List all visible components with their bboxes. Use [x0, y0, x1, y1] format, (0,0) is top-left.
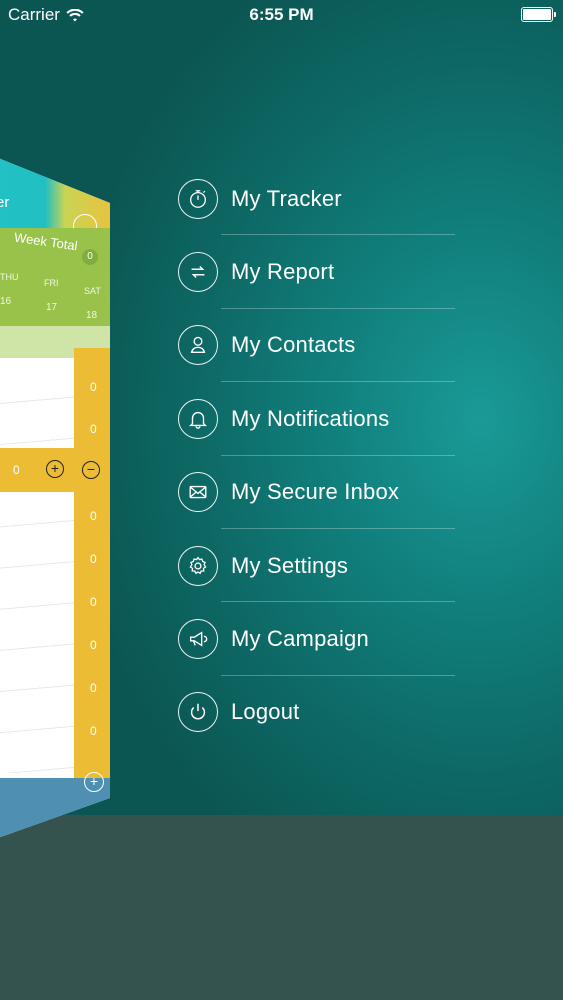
menu-item-my-report[interactable]: My Report [178, 235, 468, 309]
gear-icon [178, 545, 218, 586]
day-name: SAT [84, 286, 101, 296]
row-value: 0 [90, 595, 97, 609]
menu-label: My Tracker [231, 185, 342, 211]
preview-title: er [0, 194, 10, 211]
day-date: 17 [46, 302, 58, 313]
report-arrows-icon [178, 252, 218, 293]
menu-label: My Contacts [231, 332, 356, 358]
bell-icon [178, 398, 218, 439]
preview-days: THU 16 FRI 17 SAT 18 [0, 272, 110, 322]
menu-item-my-tracker[interactable]: My Tracker [178, 162, 468, 236]
menu-label: Logout [231, 699, 300, 725]
add-icon: + [84, 772, 104, 792]
battery-icon [521, 7, 556, 22]
menu-item-logout[interactable]: Logout [178, 676, 468, 749]
day-name: THU [0, 272, 19, 282]
menu-label: My Notifications [231, 405, 390, 431]
active-row-value: 0 [13, 463, 20, 477]
row-value: 0 [90, 422, 97, 436]
week-total-value: 0 [82, 249, 98, 265]
menu-label: My Secure Inbox [231, 479, 400, 505]
status-time: 6:55 PM [249, 5, 314, 24]
status-bar: Carrier 6:55 PM [0, 0, 563, 30]
preview-rows [0, 363, 74, 773]
menu-item-my-notifications[interactable]: My Notifications [178, 382, 468, 456]
row-value: 0 [90, 638, 97, 652]
app-preview-panel[interactable]: er Week Total 0 THU 16 FRI 17 SAT 18 0 0… [0, 158, 110, 838]
menu-label: My Campaign [231, 626, 369, 652]
day-date: 16 [0, 296, 12, 307]
minus-icon: − [82, 461, 100, 479]
menu-item-my-secure-inbox[interactable]: My Secure Inbox [178, 456, 468, 529]
side-menu: My Tracker My Report My Contacts My Noti… [178, 162, 468, 749]
menu-item-my-campaign[interactable]: My Campaign [178, 602, 468, 676]
menu-label: My Report [231, 259, 335, 285]
menu-item-my-settings[interactable]: My Settings [178, 529, 468, 603]
plus-icon: + [46, 460, 64, 478]
day-date: 18 [86, 310, 98, 321]
stopwatch-icon [178, 178, 218, 219]
person-icon [178, 325, 218, 366]
preview-total-column [74, 348, 110, 788]
row-value: 0 [90, 681, 97, 695]
row-value: 0 [90, 552, 97, 566]
megaphone-icon [178, 619, 218, 660]
row-value: 0 [90, 509, 97, 523]
menu-item-my-contacts[interactable]: My Contacts [178, 309, 468, 383]
envelope-icon [178, 472, 218, 513]
menu-label: My Settings [231, 552, 349, 578]
row-value: 0 [90, 724, 97, 738]
day-name: FRI [44, 278, 59, 288]
power-icon [178, 692, 218, 733]
bottom-background [0, 815, 563, 1000]
row-value: 0 [90, 380, 97, 394]
